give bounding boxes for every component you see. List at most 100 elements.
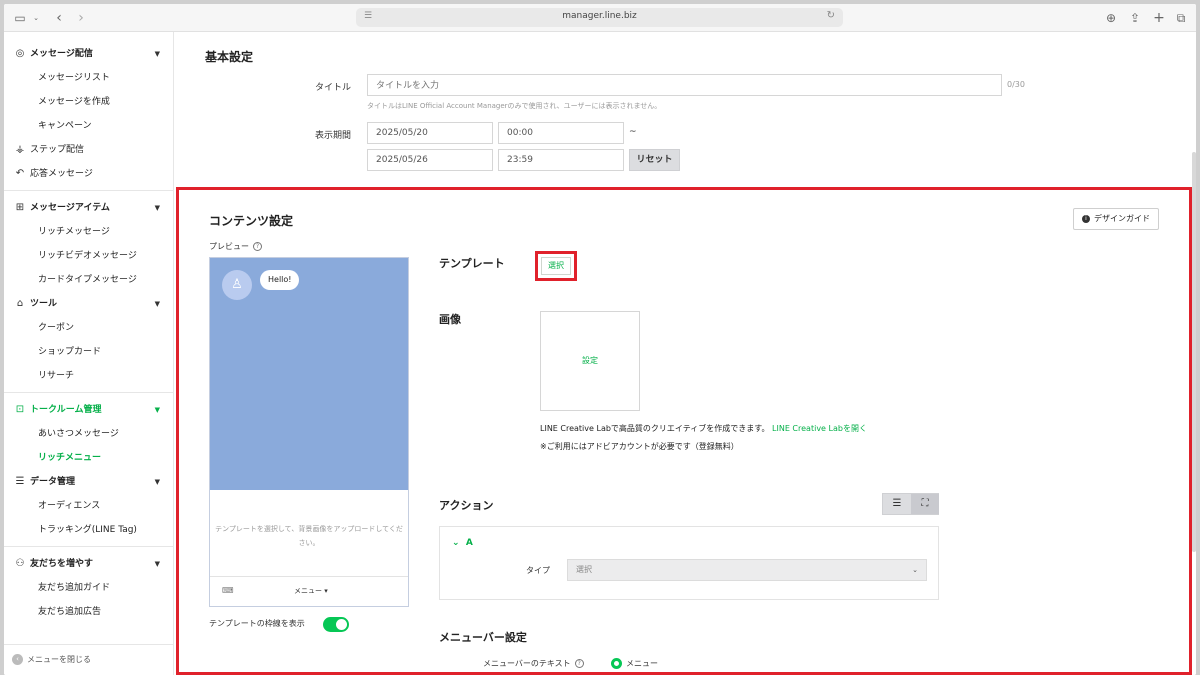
sidebar-group-message-delivery[interactable]: ◎ メッセージ配信 ▼ — [4, 44, 174, 64]
sidebar-item-research[interactable]: リサーチ — [4, 366, 174, 386]
sidebar-item-audience[interactable]: オーディエンス — [4, 496, 174, 516]
url-text: manager.line.biz — [562, 11, 637, 21]
template-select-label: 選択 — [541, 257, 571, 275]
caret-down-icon: ▼ — [154, 560, 160, 568]
sidebar-item-card-message[interactable]: カードタイプメッセージ — [4, 270, 174, 290]
sidebar-toggle-icon[interactable]: ▭ — [12, 10, 28, 26]
help-icon[interactable]: ? — [253, 242, 262, 251]
database-icon: ☰ — [15, 476, 25, 487]
creative-lab-description: LINE Creative Labで高品質のクリエイティブを作成できます。 — [540, 424, 770, 433]
sidebar-item-rich-video-message[interactable]: リッチビデオメッセージ — [4, 246, 174, 266]
preview-menu-label: メニュー ▾ — [294, 587, 328, 595]
divider — [4, 546, 174, 547]
sidebar-item-create-message[interactable]: メッセージを作成 — [4, 92, 174, 112]
chevron-down-icon: ⌄ — [912, 566, 918, 574]
title-hint: タイトルはLINE Official Account Managerのみで使用さ… — [367, 102, 662, 110]
chevron-left-icon: ‹ — [12, 654, 23, 665]
help-icon[interactable]: ? — [574, 659, 584, 668]
menubar-text-label-text: メニューバーのテキスト — [483, 659, 571, 668]
start-date-input[interactable]: 2025/05/20 — [367, 122, 493, 144]
end-time-input[interactable]: 23:59 — [498, 149, 624, 171]
sidebar-item-rich-menu[interactable]: リッチメニュー — [4, 448, 174, 468]
action-type-label: タイプ — [526, 566, 550, 575]
start-time-input[interactable]: 00:00 — [498, 122, 624, 144]
avatar-icon: ♙ — [222, 270, 252, 300]
list-view-icon[interactable]: ☰ — [883, 494, 911, 514]
preview-placeholder-text: テンプレートを選択して、背景画像をアップロードしてください。 — [215, 525, 403, 547]
info-icon: i — [1082, 214, 1090, 223]
template-label: テンプレート — [439, 257, 505, 270]
new-tab-icon[interactable]: + — [1152, 10, 1166, 26]
sidebar-item-coupon[interactable]: クーポン — [4, 318, 174, 338]
menubar-radio-menu[interactable] — [611, 658, 622, 669]
sidebar-group-data[interactable]: ☰ データ管理 ▼ — [4, 472, 174, 492]
end-date-input[interactable]: 2025/05/26 — [367, 149, 493, 171]
sidebar-group-chatroom[interactable]: ⊡ トークルーム管理 ▼ — [4, 400, 174, 420]
chatroom-settings-icon: ⊡ — [15, 404, 25, 415]
sidebar-group-label: メッセージアイテム — [30, 203, 110, 213]
sidebar-item-rich-message[interactable]: リッチメッセージ — [4, 222, 174, 242]
keyboard-icon: ⌨ — [222, 586, 234, 595]
sidebar-group-message-items[interactable]: ⊞ メッセージアイテム ▼ — [4, 198, 174, 218]
chevron-down-icon[interactable]: ⌄ — [31, 10, 41, 26]
download-icon[interactable]: ⊕ — [1104, 10, 1118, 26]
sidebar-item-tracking[interactable]: トラッキング(LINE Tag) — [4, 520, 174, 540]
title-char-count: 0/30 — [1007, 80, 1025, 89]
add-friend-icon: ⚇ — [15, 558, 25, 569]
chat-bubble: Hello! — [260, 270, 300, 290]
image-set-button[interactable]: 設定 — [540, 311, 640, 411]
action-label: アクション — [439, 499, 494, 512]
sidebar-group-label: メッセージ配信 — [30, 49, 93, 59]
preview-label: プレビュー? — [209, 241, 262, 252]
sidebar-item-auto-reply[interactable]: ↶ 応答メッセージ — [4, 164, 174, 184]
back-icon[interactable]: ‹ — [52, 10, 66, 26]
frame-toggle-switch[interactable] — [323, 617, 349, 632]
close-menu-button[interactable]: ‹ メニューを閉じる — [12, 653, 91, 667]
template-select-button[interactable]: 選択 — [535, 251, 577, 281]
caret-down-icon: ▼ — [154, 406, 160, 414]
divider — [4, 392, 174, 393]
reset-button[interactable]: リセット — [629, 149, 680, 171]
sidebar-item-shop-card[interactable]: ショップカード — [4, 342, 174, 362]
menubar-radio-label: メニュー — [626, 659, 658, 668]
shop-icon: ⌂ — [16, 298, 24, 309]
toggle-knob — [336, 619, 347, 630]
menubar-text-label: メニューバーのテキスト? — [483, 658, 584, 669]
address-bar[interactable]: ☰ manager.line.biz ↻ — [356, 8, 843, 27]
sidebar-item-greeting[interactable]: あいさつメッセージ — [4, 424, 174, 444]
sidebar-item-friend-guide[interactable]: 友だち追加ガイド — [4, 578, 174, 598]
sidebar-group-friends[interactable]: ⚇ 友だちを増やす ▼ — [4, 554, 174, 574]
design-guide-button[interactable]: i デザインガイド — [1073, 208, 1159, 230]
menubar-label: メニューバー設定 — [439, 631, 527, 644]
forward-icon[interactable]: › — [74, 10, 88, 26]
sidebar-group-tools[interactable]: ⌂ ツール ▼ — [4, 294, 174, 314]
title-label: タイトル — [315, 83, 352, 93]
reply-icon: ↶ — [15, 168, 25, 179]
sidebar-group-label: 応答メッセージ — [30, 169, 93, 179]
preview-menu-bar: ⌨ メニュー ▾ — [210, 576, 408, 606]
title-input[interactable] — [367, 74, 1002, 96]
action-item-label: A — [465, 538, 473, 548]
sidebar-item-step-delivery[interactable]: ⚶ ステップ配信 — [4, 140, 174, 160]
share-icon[interactable]: ⇪ — [1128, 10, 1142, 26]
tabs-overview-icon[interactable]: ⧉ — [1174, 10, 1188, 26]
frame-toggle-label: テンプレートの枠線を表示 — [209, 619, 305, 628]
scrollbar[interactable] — [1192, 152, 1196, 552]
expand-view-icon[interactable]: ⛶ — [911, 494, 939, 514]
action-item-header[interactable]: ⌄ A — [452, 538, 473, 548]
reload-icon[interactable]: ↻ — [827, 10, 835, 21]
sidebar-item-campaign[interactable]: キャンペーン — [4, 116, 174, 136]
main-content: 基本設定 タイトル 0/30 タイトルはLINE Official Accoun… — [175, 32, 1196, 675]
action-type-value: 選択 — [576, 565, 592, 574]
caret-down-icon: ▼ — [154, 478, 160, 486]
sidebar-item-friend-ads[interactable]: 友だち追加広告 — [4, 602, 174, 622]
preview-label-text: プレビュー — [209, 242, 249, 251]
basic-settings-title: 基本設定 — [205, 50, 254, 64]
creative-lab-link[interactable]: LINE Creative Labを開く — [772, 424, 867, 433]
sidebar-group-label: トークルーム管理 — [30, 405, 102, 415]
period-tilde: ~ — [629, 127, 637, 137]
sidebar-item-message-list[interactable]: メッセージリスト — [4, 68, 174, 88]
image-label: 画像 — [439, 313, 461, 326]
action-view-toggle: ☰ ⛶ — [882, 493, 939, 515]
action-type-select[interactable]: 選択 ⌄ — [567, 559, 927, 581]
